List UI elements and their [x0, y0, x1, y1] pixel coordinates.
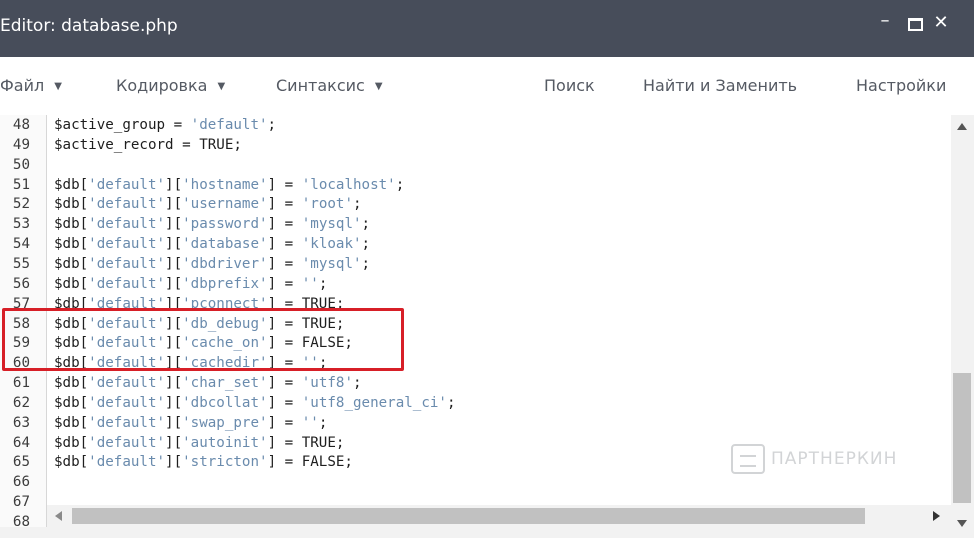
code-line: 55 $db['default']['dbdriver'] = 'mysql';: [0, 254, 960, 274]
close-icon[interactable]: ✕: [929, 12, 953, 33]
menu-syntax[interactable]: Синтаксис ▼: [276, 76, 383, 95]
line-number: 52: [12, 196, 30, 213]
vertical-scrollbar[interactable]: [951, 115, 974, 538]
code-text: $active_group = 'default';: [54, 117, 277, 133]
menu-bar: Файл ▼ Кодировка ▼ Синтаксис ▼ Поиск Найти …: [0, 57, 974, 116]
scroll-left-icon[interactable]: [55, 511, 62, 521]
horizontal-scroll-thumb[interactable]: [72, 508, 865, 524]
watermark-logo-icon: [731, 444, 765, 474]
code-line: 50: [0, 155, 960, 175]
scroll-down-icon[interactable]: [957, 520, 967, 527]
code-line: 56 $db['default']['dbprefix'] = '';: [0, 274, 960, 294]
code-line: 66: [0, 472, 960, 492]
code-text: $active_record = TRUE;: [54, 136, 242, 153]
code-text: $db['default']['hostname'] = 'localhost'…: [54, 176, 405, 193]
menu-syntax-label: Синтаксис: [276, 76, 365, 95]
code-line: 53 $db['default']['password'] = 'mysql';: [0, 214, 960, 234]
status-strip: [0, 527, 974, 538]
code-line: 62 $db['default']['dbcollat'] = 'utf8_gen…: [0, 393, 960, 413]
line-number: 51: [12, 176, 30, 193]
title-bar: Editor: database.php – ✕: [0, 0, 974, 57]
code-line: 49 $active_record = TRUE;: [0, 135, 960, 155]
line-number: 54: [12, 236, 30, 253]
horizontal-scrollbar[interactable]: [47, 505, 951, 527]
code-text: $db['default']['swap_pre'] = '';: [54, 414, 328, 431]
settings-button[interactable]: Настройки: [856, 76, 946, 95]
code-text: $db['default']['username'] = 'root';: [54, 196, 362, 213]
code-text: $db['default']['char_set'] = 'utf8';: [54, 375, 362, 392]
line-number: 64: [12, 434, 30, 451]
search-button[interactable]: Поиск: [544, 76, 595, 95]
menu-encoding-label: Кодировка: [116, 76, 208, 95]
code-line: 52 $db['default']['username'] = 'root';: [0, 194, 960, 214]
code-line: 51 $db['default']['hostname'] = 'localhos…: [0, 175, 960, 195]
highlight-box: [2, 308, 404, 371]
code-text: $db['default']['dbdriver'] = 'mysql';: [54, 255, 371, 272]
code-text: $db['default']['dbprefix'] = '';: [54, 275, 328, 292]
chevron-down-icon: ▼: [217, 81, 226, 92]
menu-file-label: Файл: [0, 76, 45, 95]
line-number: 61: [12, 375, 30, 392]
menu-encoding[interactable]: Кодировка ▼: [116, 76, 225, 95]
code-editor[interactable]: 48 $active_group = 'default'; 49 $active_re…: [0, 115, 974, 538]
chevron-down-icon: ▼: [54, 81, 62, 92]
line-number: 56: [12, 275, 30, 292]
code-text: $db['default']['stricton'] = FALSE;: [54, 454, 353, 471]
code-line: 61 $db['default']['char_set'] = 'utf8';: [0, 373, 960, 393]
maximize-icon[interactable]: [903, 12, 927, 36]
line-number: 53: [12, 216, 30, 233]
code-line: 48 $active_group = 'default';: [0, 115, 960, 135]
line-number: 66: [12, 474, 30, 491]
minimize-icon[interactable]: –: [873, 10, 897, 31]
code-line: 54 $db['default']['database'] = 'kloak';: [0, 234, 960, 254]
code-text: $db['default']['password'] = 'mysql';: [54, 216, 371, 233]
code-text: $db['default']['dbcollat'] = 'utf8_gener…: [54, 394, 456, 411]
scroll-up-icon[interactable]: [957, 123, 967, 130]
line-number: 48: [12, 117, 30, 133]
line-number: 65: [12, 454, 30, 471]
find-replace-button[interactable]: Найти и Заменить: [643, 76, 797, 95]
line-number: 62: [12, 394, 30, 411]
line-number: 50: [12, 156, 30, 173]
watermark-text: ПАРТНЕРКИН: [771, 449, 898, 469]
line-number: 63: [12, 414, 30, 431]
code-line: 63 $db['default']['swap_pre'] = '';: [0, 413, 960, 433]
window-title: Editor: database.php: [0, 16, 178, 36]
chevron-down-icon: ▼: [374, 81, 383, 92]
line-number: 49: [12, 136, 30, 153]
vertical-scroll-thumb[interactable]: [953, 373, 971, 503]
code-text: $db['default']['database'] = 'kloak';: [54, 236, 371, 253]
line-number: 55: [12, 255, 30, 272]
code-text: $db['default']['autoinit'] = TRUE;: [54, 434, 345, 451]
scroll-right-icon[interactable]: [933, 511, 940, 521]
line-number: 67: [12, 494, 30, 511]
menu-file[interactable]: Файл ▼: [0, 76, 62, 95]
